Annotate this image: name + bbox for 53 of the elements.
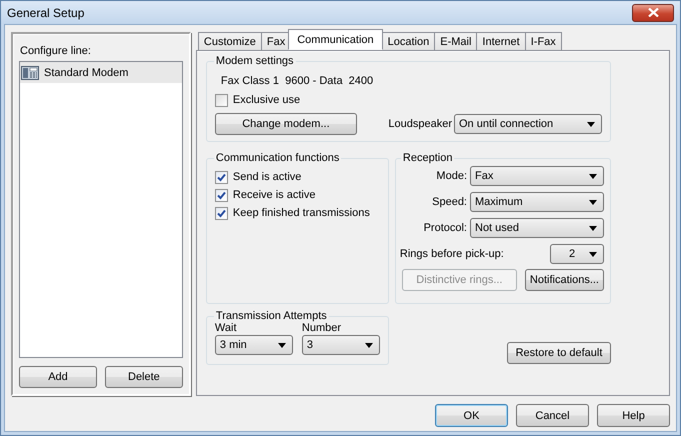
field-label: Wait bbox=[214, 322, 238, 334]
exclusive-use-checkbox[interactable]: Exclusive use bbox=[214, 91, 602, 109]
restore-default-button[interactable]: Restore to default bbox=[507, 342, 611, 364]
tab[interactable]: Location bbox=[382, 32, 436, 50]
dropdown[interactable]: Fax bbox=[470, 166, 604, 186]
dialog-button[interactable]: Help bbox=[597, 404, 670, 427]
dropdown[interactable]: Maximum bbox=[470, 192, 604, 212]
checkbox[interactable] bbox=[214, 206, 228, 220]
checkbox[interactable] bbox=[214, 170, 228, 184]
modem-description: Fax Class 1 9600 - Data 2400 bbox=[220, 74, 374, 89]
group-title: Transmission Attempts bbox=[214, 310, 328, 322]
caret-icon bbox=[278, 342, 286, 348]
field-label: Speed: bbox=[432, 196, 467, 208]
change-modem-button[interactable]: Change modem... bbox=[214, 113, 357, 135]
window-title: General Setup bbox=[7, 6, 84, 20]
line-item[interactable]: Standard Modem bbox=[20, 62, 182, 83]
checkbox[interactable] bbox=[214, 94, 228, 106]
line-button[interactable]: Add bbox=[19, 366, 97, 388]
rings-label: Rings before pick-up: bbox=[400, 248, 504, 260]
group-title: Modem settings bbox=[214, 55, 295, 67]
field-label: Number bbox=[302, 322, 342, 334]
caret-icon bbox=[589, 200, 597, 204]
caret-icon bbox=[364, 342, 373, 348]
function-checkbox[interactable]: Send is active bbox=[214, 168, 380, 186]
reception-button[interactable]: Notifications... bbox=[524, 269, 604, 291]
tab[interactable]: E-Mail bbox=[434, 32, 478, 50]
function-checkbox[interactable]: Receive is active bbox=[214, 186, 380, 204]
field-label: Protocol: bbox=[424, 222, 467, 234]
caret-icon bbox=[589, 226, 597, 230]
tab[interactable]: Internet bbox=[476, 32, 526, 50]
dropdown[interactable]: 3 min bbox=[214, 335, 293, 355]
group-title: Communication functions bbox=[214, 152, 340, 164]
tab[interactable]: I-Fax bbox=[524, 32, 562, 50]
group-title: Reception bbox=[402, 152, 454, 164]
checkbox[interactable] bbox=[214, 188, 228, 202]
dropdown[interactable]: 3 bbox=[302, 335, 380, 355]
configure-line-label: Configure line: bbox=[20, 44, 92, 59]
field-label: Mode: bbox=[436, 170, 467, 182]
dropdown[interactable]: Not used bbox=[470, 218, 604, 238]
line-button[interactable]: Delete bbox=[104, 366, 183, 388]
dialog-button[interactable]: Cancel bbox=[516, 404, 589, 427]
dialog-button[interactable]: OK bbox=[435, 404, 508, 427]
caret-icon bbox=[589, 174, 597, 178]
loudspeaker-dropdown[interactable]: On until connection bbox=[454, 114, 602, 134]
rings-dropdown[interactable]: 2 bbox=[550, 244, 604, 264]
loudspeaker-label: Loudspeaker bbox=[388, 118, 452, 130]
tab[interactable]: Customize bbox=[198, 32, 262, 50]
caret-icon bbox=[589, 252, 597, 256]
close-button[interactable] bbox=[632, 4, 674, 22]
function-checkbox[interactable]: Keep finished transmissions bbox=[214, 204, 380, 222]
caret-icon bbox=[587, 122, 595, 126]
tab[interactable]: Communication bbox=[288, 29, 383, 50]
close-icon bbox=[648, 8, 658, 17]
